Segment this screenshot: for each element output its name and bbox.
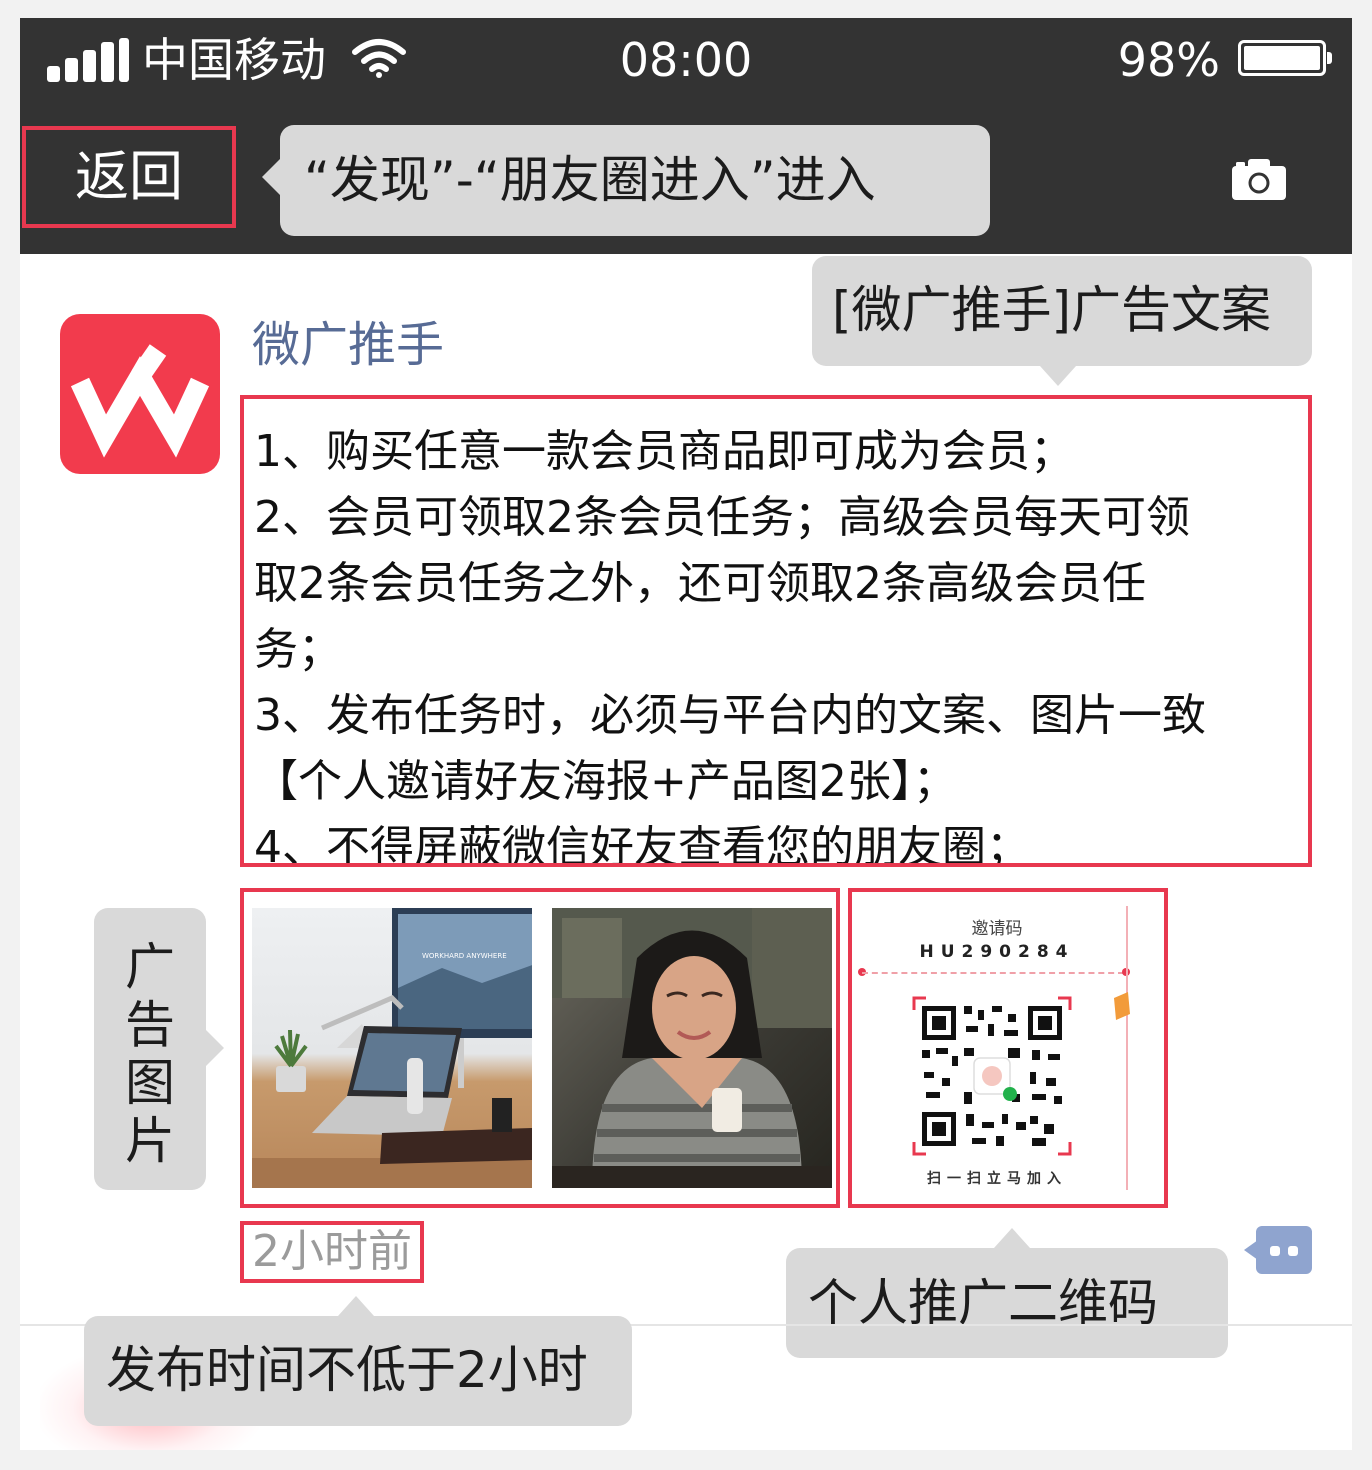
- status-bar: 中国移动 08:00 98%: [20, 18, 1352, 108]
- comment-tail-icon: [1244, 1240, 1258, 1260]
- post-time: 2小时前: [240, 1221, 424, 1283]
- qr-side-rule: [1126, 906, 1128, 1190]
- ad-copy-line: 务；: [254, 624, 342, 675]
- monitor-text: WORKHARD ANYWHERE: [422, 952, 507, 960]
- weiguang-logo-icon: [70, 344, 210, 458]
- callout-tail: [206, 1030, 224, 1066]
- callout-ad-text: [微广推手]广告文案: [812, 256, 1312, 386]
- ad-copy-text: 1、购买任意一款会员商品即可成为会员； 2、会员可领取2条会员任务；高级会员每天…: [240, 395, 1312, 867]
- callout-time: 发布时间不低于2小时: [84, 1296, 632, 1426]
- qr-footer-text: 扫一扫立马加入: [927, 1171, 1067, 1187]
- ad-copy-line: 【个人邀请好友海报+产品图2张】；: [254, 756, 957, 807]
- ad-copy-line: 取2条会员任务之外，还可领取2条高级会员任: [254, 558, 1146, 609]
- phone-screen: 中国移动 08:00 98% 返回 “发现”-“朋友圈进入”进入 微广推手 [微…: [20, 18, 1352, 1450]
- post-photo-workspace[interactable]: WORKHARD ANYWHERE: [252, 908, 532, 1188]
- ad-images: WORKHARD ANYWHERE: [240, 888, 840, 1208]
- battery-percent: 98%: [1117, 33, 1220, 87]
- battery-icon: [1238, 40, 1332, 76]
- callout-time-text: 发布时间不低于2小时: [106, 1341, 588, 1399]
- callout-ad-text-label: [微广推手]广告文案: [832, 281, 1272, 339]
- qr-invite-title: 邀请码: [971, 919, 1023, 939]
- callout-ad-image-label: 广告图片: [125, 938, 175, 1170]
- comment-dot: [1270, 1246, 1280, 1256]
- post-photo-woman[interactable]: [552, 908, 832, 1188]
- callout-ad-image: 广告图片: [94, 908, 224, 1190]
- ad-copy-line: 3、发布任务时，必须与平台内的文案、图片一致: [254, 690, 1206, 741]
- qr-invite-code: HU290284: [919, 942, 1075, 962]
- ad-copy-line: 4、不得屏蔽微信好友查看您的朋友圈；: [254, 822, 1030, 867]
- qr-poster[interactable]: 邀请码 HU290284 扫一扫立马加入: [848, 888, 1168, 1208]
- callout-tail: [262, 159, 280, 195]
- callout-tail: [994, 1228, 1030, 1248]
- callout-entry: “发现”-“朋友圈进入”进入: [262, 125, 990, 236]
- qr-corner-ribbon-icon: [1114, 992, 1130, 1020]
- callout-tail: [1040, 366, 1076, 386]
- comment-dot: [1288, 1246, 1298, 1256]
- callout-qr: 个人推广二维码: [786, 1228, 1228, 1358]
- avatar[interactable]: [60, 314, 220, 474]
- callout-tail: [338, 1296, 374, 1316]
- camera-icon[interactable]: [1230, 156, 1288, 202]
- back-button[interactable]: 返回: [22, 126, 236, 228]
- qr-code-icon: [912, 996, 1072, 1156]
- ad-copy-line: 1、购买任意一款会员商品即可成为会员；: [254, 426, 1074, 477]
- qr-dashed-line: [862, 972, 1124, 974]
- ad-copy-line: 2、会员可领取2条会员任务；高级会员每天可领: [254, 492, 1190, 543]
- callout-entry-text: “发现”-“朋友圈进入”进入: [304, 151, 876, 209]
- post-username[interactable]: 微广推手: [252, 314, 444, 376]
- comment-button[interactable]: [1256, 1226, 1312, 1274]
